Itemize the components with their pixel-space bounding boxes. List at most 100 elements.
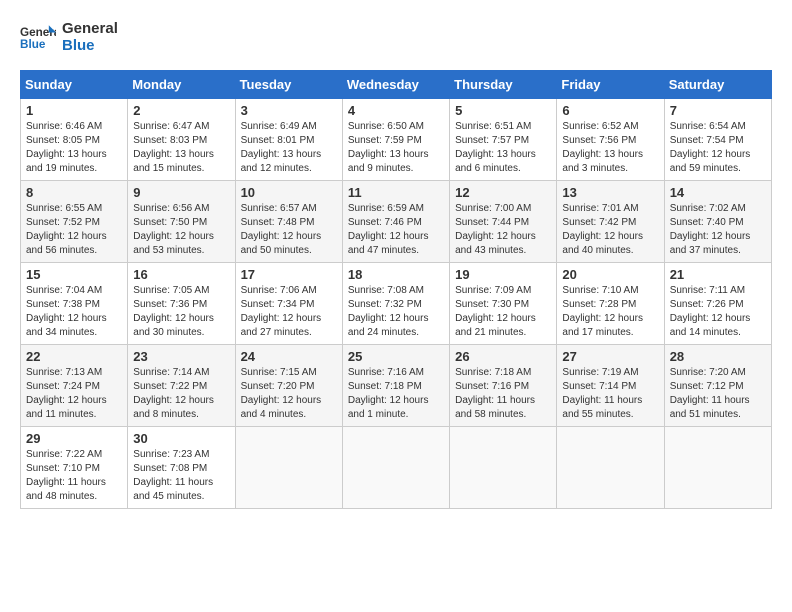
- page-header: General Blue General Blue: [20, 20, 772, 54]
- week-row-4: 22 Sunrise: 7:13 AM Sunset: 7:24 PM Dayli…: [21, 345, 772, 427]
- day-cell: 5 Sunrise: 6:51 AM Sunset: 7:57 PM Daylig…: [450, 99, 557, 181]
- day-number: 21: [670, 267, 766, 282]
- day-cell: 16 Sunrise: 7:05 AM Sunset: 7:36 PM Dayli…: [128, 263, 235, 345]
- weekday-header-saturday: Saturday: [664, 71, 771, 99]
- day-info: Sunrise: 7:15 AM Sunset: 7:20 PM Dayligh…: [241, 366, 337, 422]
- day-info: Sunrise: 6:51 AM Sunset: 7:57 PM Dayligh…: [455, 120, 551, 176]
- day-number: 9: [133, 185, 229, 200]
- day-cell: 7 Sunrise: 6:54 AM Sunset: 7:54 PM Daylig…: [664, 99, 771, 181]
- day-number: 27: [562, 349, 658, 364]
- day-info: Sunrise: 6:56 AM Sunset: 7:50 PM Dayligh…: [133, 202, 229, 258]
- day-cell: 4Sunrise: 6:50 AM Sunset: 7:59 PM Daylig…: [342, 99, 449, 181]
- day-number: 15: [26, 267, 122, 282]
- day-cell: 1 Sunrise: 6:46 AM Sunset: 8:05 PM Daylig…: [21, 99, 128, 181]
- day-cell: [557, 427, 664, 509]
- day-info: Sunrise: 7:10 AM Sunset: 7:28 PM Dayligh…: [562, 284, 658, 340]
- weekday-header-friday: Friday: [557, 71, 664, 99]
- day-number: 30: [133, 431, 229, 446]
- day-info: Sunrise: 7:06 AM Sunset: 7:34 PM Dayligh…: [241, 284, 337, 340]
- day-info: Sunrise: 7:22 AM Sunset: 7:10 PM Dayligh…: [26, 448, 122, 504]
- day-info: Sunrise: 6:49 AM Sunset: 8:01 PM Dayligh…: [241, 120, 337, 176]
- logo: General Blue General Blue: [20, 20, 118, 54]
- day-cell: 12Sunrise: 7:00 AM Sunset: 7:44 PM Dayli…: [450, 181, 557, 263]
- day-cell: [664, 427, 771, 509]
- day-info: Sunrise: 6:59 AM Sunset: 7:46 PM Dayligh…: [348, 202, 444, 258]
- day-number: 13: [562, 185, 658, 200]
- day-info: Sunrise: 7:09 AM Sunset: 7:30 PM Dayligh…: [455, 284, 551, 340]
- day-number: 6: [562, 103, 658, 118]
- day-cell: 22 Sunrise: 7:13 AM Sunset: 7:24 PM Dayli…: [21, 345, 128, 427]
- day-cell: [342, 427, 449, 509]
- day-info: Sunrise: 7:00 AM Sunset: 7:44 PM Dayligh…: [455, 202, 551, 258]
- day-cell: 29 Sunrise: 7:22 AM Sunset: 7:10 PM Dayli…: [21, 427, 128, 509]
- day-cell: 21 Sunrise: 7:11 AM Sunset: 7:26 PM Dayli…: [664, 263, 771, 345]
- day-cell: 23 Sunrise: 7:14 AM Sunset: 7:22 PM Dayli…: [128, 345, 235, 427]
- day-cell: 18 Sunrise: 7:08 AM Sunset: 7:32 PM Dayli…: [342, 263, 449, 345]
- day-number: 28: [670, 349, 766, 364]
- weekday-header-tuesday: Tuesday: [235, 71, 342, 99]
- day-cell: 3 Sunrise: 6:49 AM Sunset: 8:01 PM Daylig…: [235, 99, 342, 181]
- day-info: Sunrise: 6:47 AM Sunset: 8:03 PM Dayligh…: [133, 120, 229, 176]
- weekday-header-monday: Monday: [128, 71, 235, 99]
- day-info: Sunrise: 6:55 AM Sunset: 7:52 PM Dayligh…: [26, 202, 122, 258]
- weekday-header-wednesday: Wednesday: [342, 71, 449, 99]
- day-info: Sunrise: 7:19 AM Sunset: 7:14 PM Dayligh…: [562, 366, 658, 422]
- day-cell: 24 Sunrise: 7:15 AM Sunset: 7:20 PM Dayli…: [235, 345, 342, 427]
- day-number: 24: [241, 349, 337, 364]
- day-info: Sunrise: 7:11 AM Sunset: 7:26 PM Dayligh…: [670, 284, 766, 340]
- week-row-1: 1 Sunrise: 6:46 AM Sunset: 8:05 PM Daylig…: [21, 99, 772, 181]
- day-cell: 30 Sunrise: 7:23 AM Sunset: 7:08 PM Dayli…: [128, 427, 235, 509]
- day-cell: 26Sunrise: 7:18 AM Sunset: 7:16 PM Dayli…: [450, 345, 557, 427]
- day-info: Sunrise: 7:05 AM Sunset: 7:36 PM Dayligh…: [133, 284, 229, 340]
- day-cell: 15 Sunrise: 7:04 AM Sunset: 7:38 PM Dayli…: [21, 263, 128, 345]
- day-info: Sunrise: 6:54 AM Sunset: 7:54 PM Dayligh…: [670, 120, 766, 176]
- day-number: 8: [26, 185, 122, 200]
- day-info: Sunrise: 6:46 AM Sunset: 8:05 PM Dayligh…: [26, 120, 122, 176]
- day-info: Sunrise: 7:08 AM Sunset: 7:32 PM Dayligh…: [348, 284, 444, 340]
- day-number: 11: [348, 185, 444, 200]
- day-cell: 20 Sunrise: 7:10 AM Sunset: 7:28 PM Dayli…: [557, 263, 664, 345]
- logo-icon: General Blue: [20, 23, 56, 51]
- day-info: Sunrise: 7:16 AM Sunset: 7:18 PM Dayligh…: [348, 366, 444, 422]
- day-cell: 8 Sunrise: 6:55 AM Sunset: 7:52 PM Daylig…: [21, 181, 128, 263]
- day-info: Sunrise: 7:04 AM Sunset: 7:38 PM Dayligh…: [26, 284, 122, 340]
- day-info: Sunrise: 7:02 AM Sunset: 7:40 PM Dayligh…: [670, 202, 766, 258]
- day-cell: 28Sunrise: 7:20 AM Sunset: 7:12 PM Dayli…: [664, 345, 771, 427]
- day-number: 7: [670, 103, 766, 118]
- day-number: 3: [241, 103, 337, 118]
- day-cell: 25Sunrise: 7:16 AM Sunset: 7:18 PM Dayli…: [342, 345, 449, 427]
- calendar-table: SundayMondayTuesdayWednesdayThursdayFrid…: [20, 70, 772, 509]
- week-row-5: 29 Sunrise: 7:22 AM Sunset: 7:10 PM Dayli…: [21, 427, 772, 509]
- week-row-2: 8 Sunrise: 6:55 AM Sunset: 7:52 PM Daylig…: [21, 181, 772, 263]
- day-cell: 17 Sunrise: 7:06 AM Sunset: 7:34 PM Dayli…: [235, 263, 342, 345]
- day-number: 17: [241, 267, 337, 282]
- day-cell: 19 Sunrise: 7:09 AM Sunset: 7:30 PM Dayli…: [450, 263, 557, 345]
- week-row-3: 15 Sunrise: 7:04 AM Sunset: 7:38 PM Dayli…: [21, 263, 772, 345]
- day-cell: 6 Sunrise: 6:52 AM Sunset: 7:56 PM Daylig…: [557, 99, 664, 181]
- day-cell: [235, 427, 342, 509]
- day-info: Sunrise: 7:13 AM Sunset: 7:24 PM Dayligh…: [26, 366, 122, 422]
- day-number: 1: [26, 103, 122, 118]
- day-info: Sunrise: 7:23 AM Sunset: 7:08 PM Dayligh…: [133, 448, 229, 504]
- day-number: 23: [133, 349, 229, 364]
- day-number: 18: [348, 267, 444, 282]
- day-number: 2: [133, 103, 229, 118]
- day-info: Sunrise: 7:18 AM Sunset: 7:16 PM Dayligh…: [455, 366, 551, 422]
- day-cell: 9 Sunrise: 6:56 AM Sunset: 7:50 PM Daylig…: [128, 181, 235, 263]
- day-number: 20: [562, 267, 658, 282]
- day-info: Sunrise: 7:14 AM Sunset: 7:22 PM Dayligh…: [133, 366, 229, 422]
- day-info: Sunrise: 6:52 AM Sunset: 7:56 PM Dayligh…: [562, 120, 658, 176]
- day-number: 5: [455, 103, 551, 118]
- day-cell: 27 Sunrise: 7:19 AM Sunset: 7:14 PM Dayli…: [557, 345, 664, 427]
- svg-text:Blue: Blue: [20, 38, 46, 51]
- day-info: Sunrise: 7:01 AM Sunset: 7:42 PM Dayligh…: [562, 202, 658, 258]
- day-number: 14: [670, 185, 766, 200]
- day-cell: 14 Sunrise: 7:02 AM Sunset: 7:40 PM Dayli…: [664, 181, 771, 263]
- day-number: 16: [133, 267, 229, 282]
- day-number: 29: [26, 431, 122, 446]
- weekday-header-thursday: Thursday: [450, 71, 557, 99]
- day-number: 10: [241, 185, 337, 200]
- day-number: 19: [455, 267, 551, 282]
- day-number: 22: [26, 349, 122, 364]
- day-cell: 13 Sunrise: 7:01 AM Sunset: 7:42 PM Dayli…: [557, 181, 664, 263]
